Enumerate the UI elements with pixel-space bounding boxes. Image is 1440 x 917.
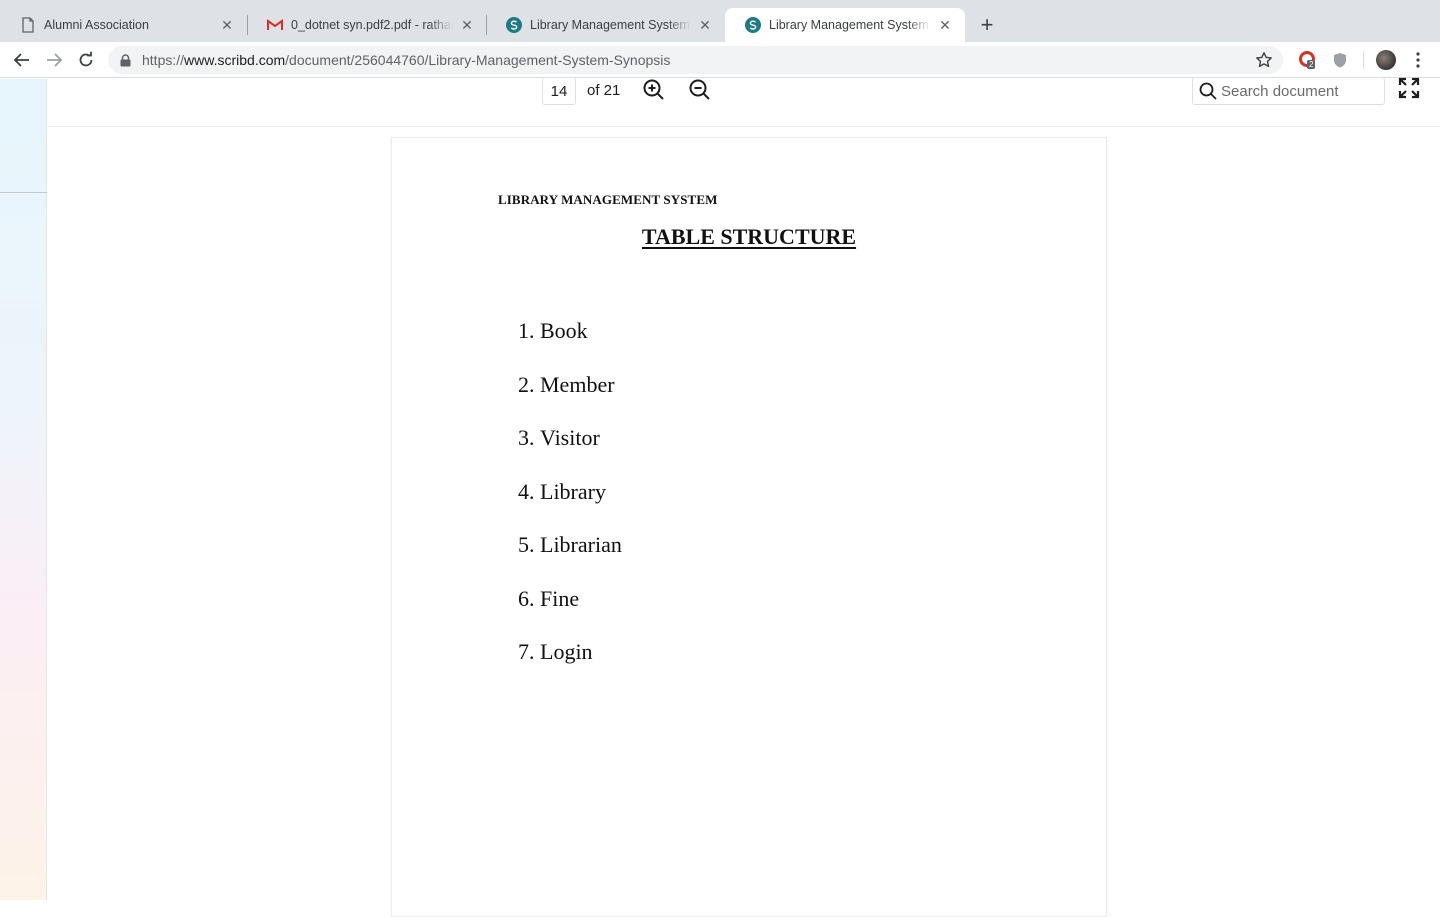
tab-alumni-association[interactable]: Alumni Association ✕ — [0, 8, 247, 42]
tab-title: 0_dotnet syn.pdf2.pdf - rathan — [291, 18, 453, 32]
document-icon — [20, 17, 36, 33]
fullscreen-button[interactable] — [1398, 77, 1422, 101]
list-item-number: 4. — [518, 478, 535, 504]
list-item-label: Login — [540, 639, 593, 664]
url-host: www.scribd.com — [184, 52, 286, 68]
close-icon[interactable]: ✕ — [219, 17, 235, 33]
reload-button[interactable] — [74, 48, 98, 72]
lock-icon — [120, 53, 134, 67]
sidebar-divider — [0, 192, 47, 193]
url-path: /document/256044760/Library-Management-S… — [285, 52, 671, 68]
close-icon[interactable]: ✕ — [937, 17, 953, 33]
profile-avatar[interactable] — [1376, 50, 1396, 70]
search-document-input[interactable] — [1221, 82, 1381, 100]
document-header: LIBRARY MANAGEMENT SYSTEM — [498, 192, 718, 207]
page-count-label: of 21 — [587, 82, 621, 99]
list-item-label: Visitor — [540, 425, 600, 450]
arrow-right-icon — [47, 53, 63, 67]
search-icon — [1199, 82, 1217, 100]
tab-title: Alumni Association — [44, 18, 149, 32]
left-sidebar-strip — [0, 79, 47, 900]
list-item-number: 2. — [518, 371, 535, 397]
zoom-out-icon — [689, 79, 710, 100]
document-page: LIBRARY MANAGEMENT SYSTEM TABLE STRUCTUR… — [391, 137, 1107, 917]
list-item-number: 3. — [518, 425, 535, 450]
list-item-number: 1. — [518, 318, 535, 343]
tab-strip: Alumni Association ✕ 0_dotnet syn.pdf2.p… — [0, 0, 1440, 42]
new-tab-button[interactable]: + — [975, 12, 999, 37]
list-item-number: 7. — [518, 639, 535, 664]
reload-icon — [79, 51, 93, 67]
close-icon[interactable]: ✕ — [697, 17, 713, 33]
toolbar-separator — [1363, 52, 1364, 68]
menu-kebab-icon[interactable] — [1408, 50, 1428, 70]
list-item-label: Book — [540, 318, 588, 343]
list-item-number: 5. — [518, 532, 535, 557]
arrow-left-icon — [13, 53, 29, 67]
tab-gmail-pdf[interactable]: 0_dotnet syn.pdf2.pdf - rathan ✕ — [247, 8, 487, 42]
forward-button[interactable] — [42, 48, 66, 72]
shield-icon[interactable] — [1330, 50, 1350, 70]
tab-library-management-pr[interactable]: Library Management System Pr ✕ — [486, 8, 725, 42]
document-title: TABLE STRUCTURE — [641, 224, 857, 249]
page-content: 14 of 21 LIBRARY MANAGEMENT SYSTEM TABLE… — [0, 77, 1440, 917]
list-item-label: Librarian — [540, 532, 622, 557]
list-item: 4. Library — [518, 479, 622, 533]
list-item-number: 6. — [518, 585, 535, 611]
close-icon[interactable]: ✕ — [459, 17, 475, 33]
back-button[interactable] — [10, 48, 34, 72]
url-text: https://www.scribd.com/document/25604476… — [142, 52, 670, 68]
bookmark-star-icon[interactable] — [1255, 51, 1273, 69]
browser-toolbar: https://www.scribd.com/document/25604476… — [0, 42, 1440, 78]
zoom-out-button[interactable] — [688, 78, 712, 102]
list-item: 5. Librarian — [518, 532, 622, 586]
tab-title: Library Management System Pr — [530, 18, 691, 32]
scribd-icon — [506, 17, 522, 33]
page-number-input[interactable]: 14 — [542, 77, 576, 105]
fullscreen-icon — [1398, 77, 1420, 99]
table-list: 1. Book 2. Member 3. Visitor 4. Library 5. Li… — [518, 318, 622, 693]
extension-opera-icon[interactable]: 2 — [1298, 50, 1318, 70]
scribd-icon — [745, 17, 761, 33]
document-viewer-toolbar: 14 of 21 — [48, 77, 1440, 127]
list-item: 2. Member — [518, 372, 622, 426]
zoom-in-button[interactable] — [642, 78, 666, 102]
list-item-label: Library — [540, 478, 606, 504]
list-item-label: Member — [540, 371, 615, 397]
extension-badge: 2 — [1307, 60, 1316, 69]
zoom-in-icon — [643, 79, 664, 100]
search-document-box[interactable] — [1192, 77, 1385, 105]
tab-library-management-synopsis[interactable]: Library Management System S ✕ — [725, 8, 965, 42]
list-item: 6. Fine — [518, 586, 622, 640]
list-item: 7. Login — [518, 639, 622, 693]
gmail-icon — [267, 17, 283, 33]
list-item: 1. Book — [518, 318, 622, 372]
tab-title: Library Management System S — [769, 18, 931, 32]
url-scheme: https:// — [142, 52, 185, 68]
list-item: 3. Visitor — [518, 425, 622, 479]
list-item-label: Fine — [540, 585, 580, 611]
address-bar[interactable]: https://www.scribd.com/document/25604476… — [108, 46, 1283, 74]
